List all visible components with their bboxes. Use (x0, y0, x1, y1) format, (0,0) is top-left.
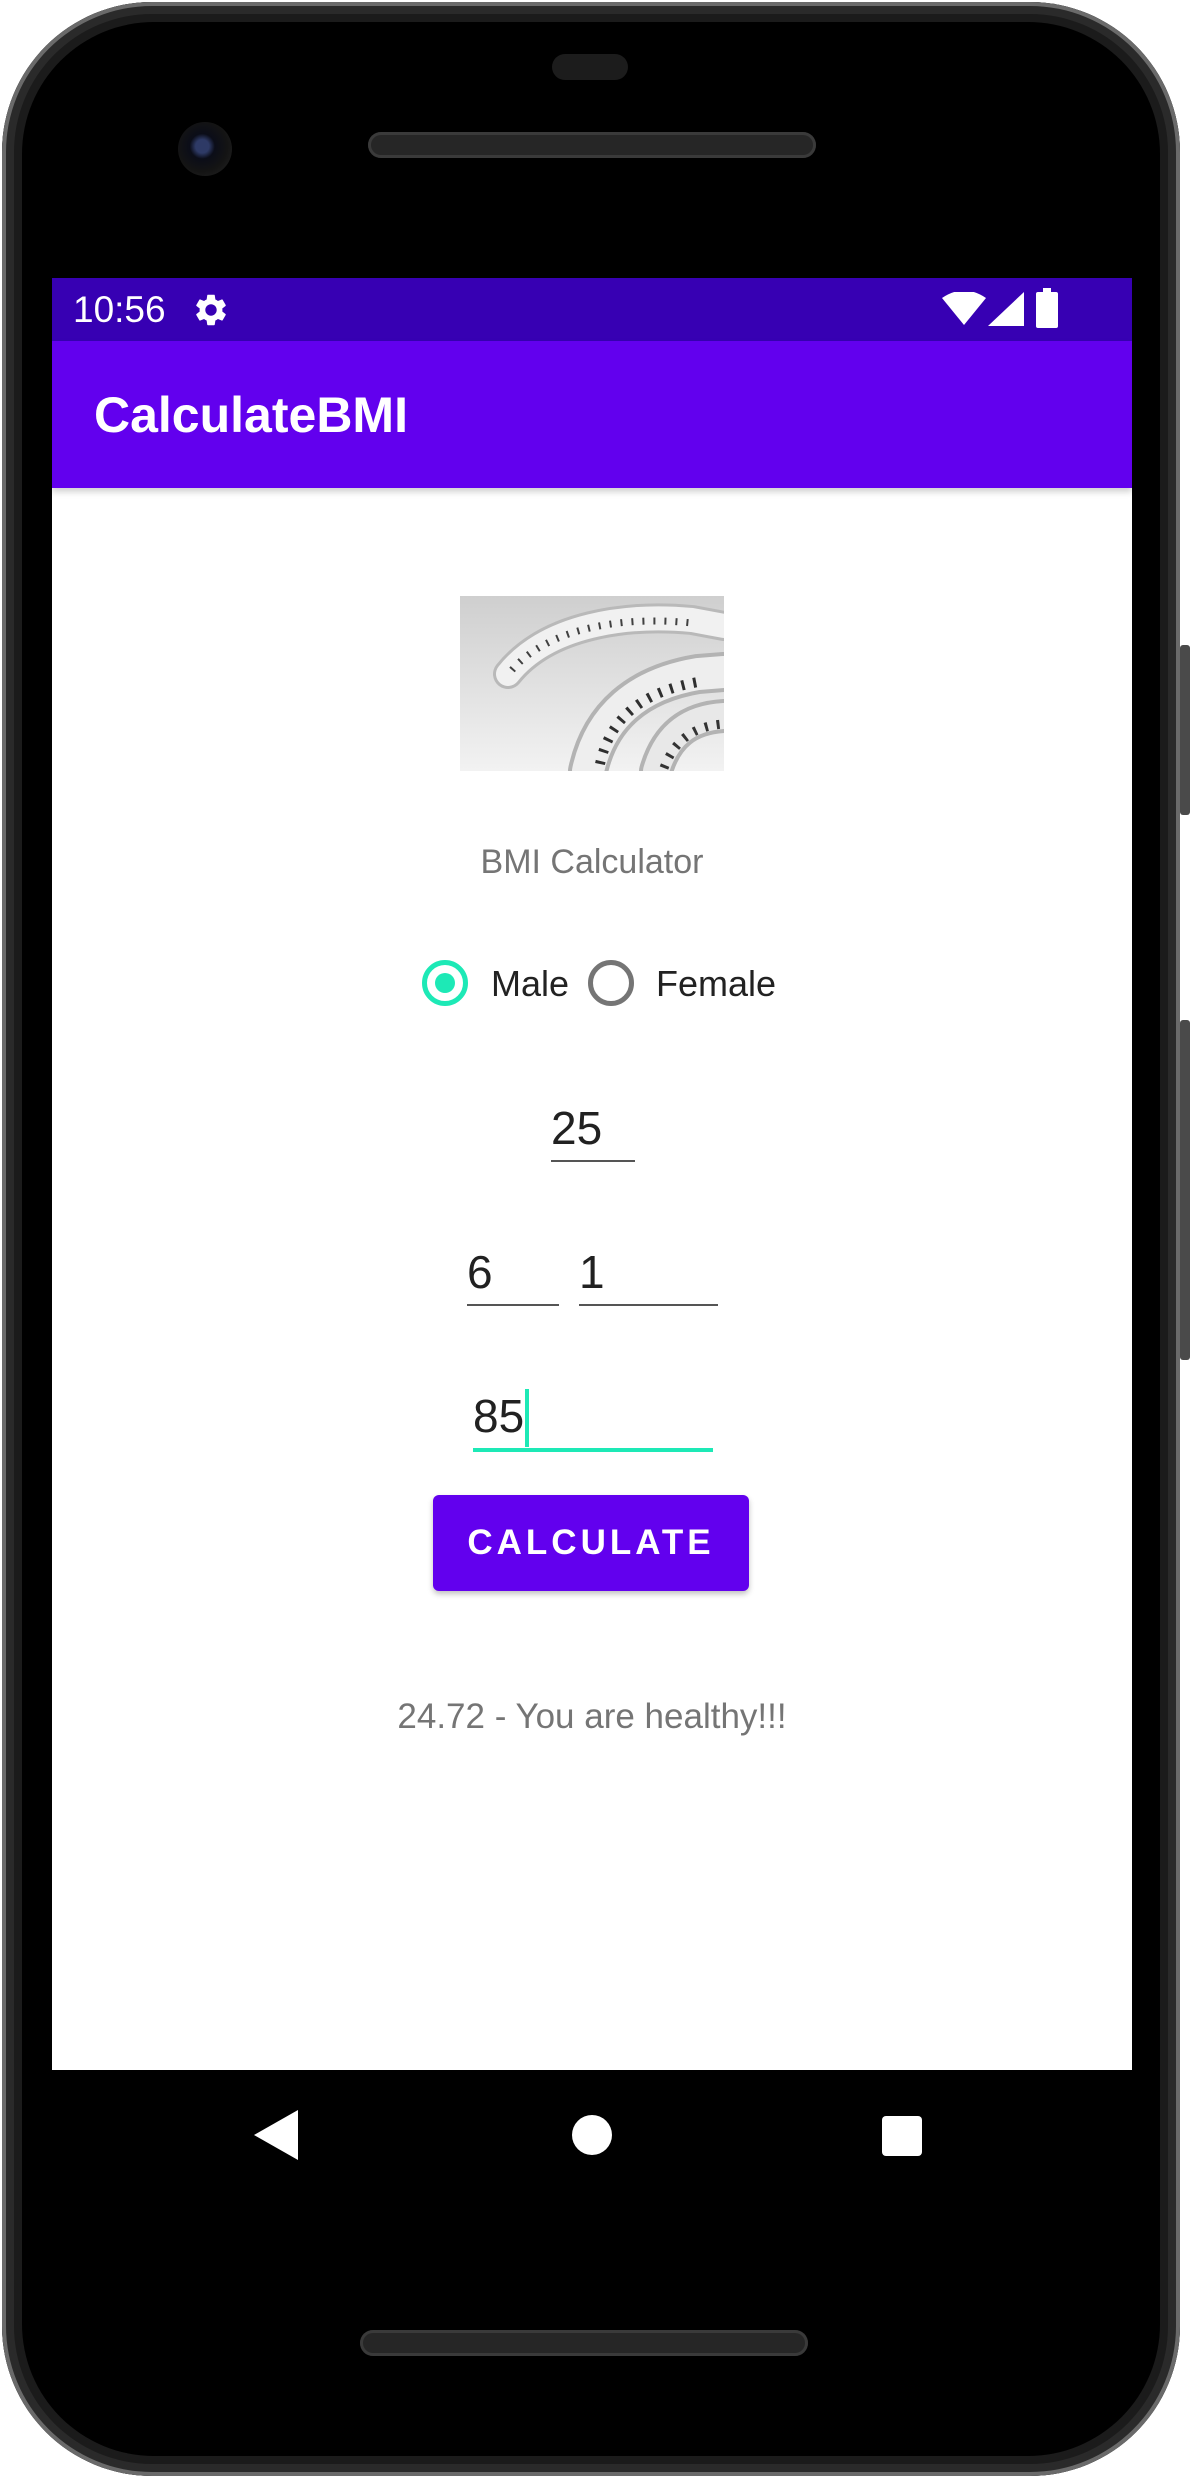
status-time: 10:56 (73, 289, 166, 330)
power-button (1180, 645, 1190, 815)
main-content: BMI Calculator Male Female CALCULATE 24.… (52, 488, 1132, 2070)
app-screen: 10:56 CalculateBMI BMI Calculator Male F… (52, 278, 1132, 2070)
status-bar: 10:56 (52, 278, 1132, 341)
wifi-icon (942, 292, 986, 325)
subtitle: BMI Calculator (480, 843, 704, 881)
text-cursor (525, 1389, 529, 1447)
gear-icon (196, 294, 226, 326)
bottom-speaker-grille (360, 2330, 808, 2356)
battery-icon (1036, 288, 1058, 328)
back-icon[interactable] (254, 2110, 298, 2160)
app-title: CalculateBMI (94, 387, 408, 443)
result-text: 24.72 - You are healthy!!! (397, 1697, 787, 1736)
measuring-tape-image (460, 596, 724, 771)
cell-signal-icon (988, 292, 1024, 326)
earpiece (552, 54, 628, 80)
radio-female[interactable] (588, 960, 634, 1006)
recents-icon[interactable] (882, 2116, 922, 2156)
radio-label-female[interactable]: Female (656, 963, 776, 1005)
calculate-button[interactable]: CALCULATE (433, 1495, 749, 1591)
height-feet-input[interactable] (467, 1244, 559, 1306)
radio-label-male[interactable]: Male (491, 963, 569, 1005)
height-inches-input[interactable] (579, 1244, 718, 1306)
age-input[interactable] (551, 1100, 635, 1162)
radio-male[interactable] (422, 960, 468, 1006)
app-bar: CalculateBMI (52, 341, 1132, 488)
front-camera (178, 122, 232, 176)
volume-rocker (1180, 1020, 1190, 1360)
home-icon[interactable] (572, 2115, 612, 2155)
top-speaker-grille (368, 132, 816, 158)
weight-input[interactable] (473, 1388, 713, 1452)
